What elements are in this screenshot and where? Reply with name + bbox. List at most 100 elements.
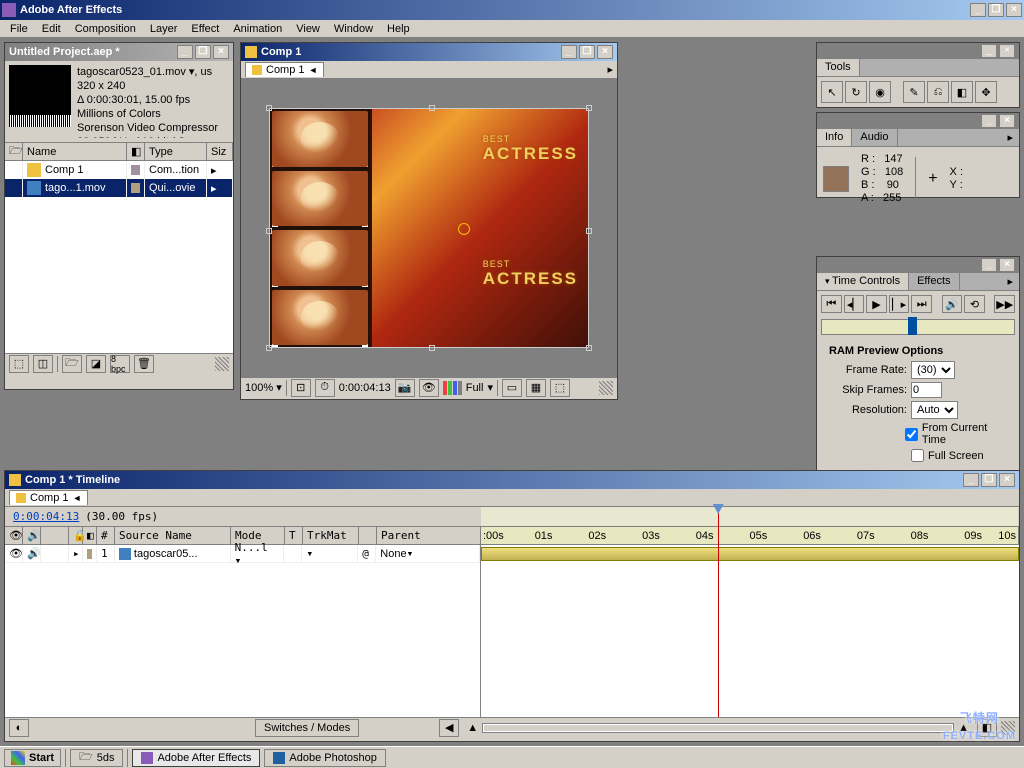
- delete-button[interactable]: 🗑: [134, 355, 154, 373]
- panel-minimize-button[interactable]: _: [981, 258, 997, 272]
- ram-preview-button[interactable]: ▶▶: [994, 295, 1015, 313]
- comp-panel-title[interactable]: Comp 1 _ ❐ ×: [241, 43, 617, 61]
- project-item-comp[interactable]: Comp 1 Com...tion ▸: [5, 161, 233, 179]
- more-tools[interactable]: ✥: [975, 81, 997, 103]
- panel-wingmenu-icon[interactable]: ▸: [1001, 129, 1019, 146]
- rotate-tool[interactable]: ↻: [845, 81, 867, 103]
- panel-minimize-button[interactable]: _: [963, 473, 979, 487]
- menu-edit[interactable]: Edit: [36, 22, 67, 36]
- layer-speaker[interactable]: 🔊: [23, 545, 41, 562]
- selection-handle[interactable]: [266, 345, 272, 351]
- orbit-tool[interactable]: ◉: [869, 81, 891, 103]
- menu-help[interactable]: Help: [381, 22, 416, 36]
- info-tab[interactable]: Info: [817, 129, 852, 146]
- time-marker[interactable]: [908, 317, 917, 335]
- playhead[interactable]: [718, 508, 719, 717]
- tl-trkmat-col[interactable]: TrkMat: [303, 527, 359, 544]
- layer-bar[interactable]: [481, 547, 1019, 561]
- resolution-dropdown[interactable]: Full: [466, 382, 484, 394]
- flowchart-button[interactable]: ◫: [33, 355, 53, 373]
- comp-tab-active[interactable]: Comp 1 ◄: [245, 62, 324, 77]
- col-name[interactable]: Name: [23, 143, 127, 160]
- resolution-select[interactable]: Auto: [911, 401, 958, 419]
- zoom-out-icon[interactable]: ▲: [467, 722, 478, 734]
- taskbar-folder[interactable]: 🗁5ds: [70, 749, 123, 767]
- panel-close-button[interactable]: ×: [999, 114, 1015, 128]
- switches-modes-button[interactable]: Switches / Modes: [255, 719, 359, 737]
- tl-lock-col[interactable]: 🔒: [69, 527, 83, 544]
- skipframes-input[interactable]: [911, 382, 942, 398]
- tl-expand-button[interactable]: ◐: [9, 719, 29, 737]
- 3d-view-button[interactable]: ⬚: [550, 379, 570, 397]
- resize-grip[interactable]: [215, 357, 229, 371]
- transparency-grid-button[interactable]: ▦: [526, 379, 546, 397]
- selection-tool[interactable]: ↖: [821, 81, 843, 103]
- menu-layer[interactable]: Layer: [144, 22, 184, 36]
- effects-tab[interactable]: Effects: [909, 273, 959, 290]
- menu-window[interactable]: Window: [328, 22, 379, 36]
- panel-maximize-button[interactable]: ❐: [579, 45, 595, 59]
- next-frame-button[interactable]: ▏▸: [889, 295, 910, 313]
- snapshot-button[interactable]: 📷: [395, 379, 415, 397]
- col-find-icon[interactable]: 🗁: [5, 143, 23, 160]
- timeline-layer-row[interactable]: 👁 🔊 ▸ 1 tagoscar05... N...l ▾ ▾ @ None ▾: [5, 545, 480, 563]
- project-item-list[interactable]: Comp 1 Com...tion ▸ tago...1.mov Qui...o…: [5, 161, 233, 353]
- taskbar-app-ps[interactable]: Adobe Photoshop: [264, 749, 385, 767]
- time-button[interactable]: ⏱: [315, 379, 335, 397]
- zoom-slider[interactable]: [482, 723, 954, 733]
- timeline-track-area[interactable]: [481, 545, 1019, 717]
- minimize-button[interactable]: _: [970, 3, 986, 17]
- panel-close-button[interactable]: ×: [999, 258, 1015, 272]
- eraser-tool[interactable]: ◧: [951, 81, 973, 103]
- timeline-layers-area[interactable]: 👁 🔊 ▸ 1 tagoscar05... N...l ▾ ▾ @ None ▾: [5, 545, 481, 717]
- zoom-dropdown[interactable]: 100% ▾: [245, 381, 282, 394]
- layer-eye[interactable]: 👁: [5, 545, 23, 562]
- anchor-point-icon[interactable]: [458, 223, 470, 235]
- menu-composition[interactable]: Composition: [69, 22, 142, 36]
- menu-view[interactable]: View: [290, 22, 326, 36]
- interpret-button[interactable]: ⬚: [9, 355, 29, 373]
- comp-wingmenu-icon[interactable]: ▸: [607, 63, 613, 76]
- brush-tool[interactable]: ✎: [903, 81, 925, 103]
- time-bar[interactable]: [821, 319, 1015, 335]
- panel-close-button[interactable]: ×: [999, 44, 1015, 58]
- bpc-button[interactable]: 8 bpc: [110, 355, 130, 373]
- panel-maximize-button[interactable]: ❐: [981, 473, 997, 487]
- selection-handle[interactable]: [586, 228, 592, 234]
- tl-in-button[interactable]: ◀: [439, 719, 459, 737]
- layer-trkmat[interactable]: ▾: [302, 545, 358, 562]
- parent-pickwhip[interactable]: @: [358, 545, 376, 562]
- comp-timecode[interactable]: 0:00:04:13: [339, 382, 391, 394]
- new-comp-button[interactable]: ◪: [86, 355, 106, 373]
- comp-viewer[interactable]: BESTACTRESS BESTACTRESS: [241, 79, 617, 377]
- play-button[interactable]: ▶: [866, 295, 887, 313]
- project-panel-title[interactable]: Untitled Project.aep * _ ❐ ×: [5, 43, 233, 61]
- panel-close-button[interactable]: ×: [999, 473, 1015, 487]
- selection-handle[interactable]: [586, 345, 592, 351]
- comp-canvas[interactable]: BESTACTRESS BESTACTRESS: [269, 108, 589, 348]
- tl-source-col[interactable]: Source Name: [115, 527, 231, 544]
- tl-label-col[interactable]: ◧: [83, 527, 97, 544]
- panel-minimize-button[interactable]: _: [981, 114, 997, 128]
- tl-parent-col[interactable]: Parent: [377, 527, 481, 544]
- last-frame-button[interactable]: ⏭: [911, 295, 932, 313]
- panel-minimize-button[interactable]: _: [561, 45, 577, 59]
- tl-num-col[interactable]: #: [97, 527, 115, 544]
- panel-maximize-button[interactable]: ❐: [195, 45, 211, 59]
- show-snapshot-button[interactable]: 👁: [419, 379, 439, 397]
- panel-minimize-button[interactable]: _: [177, 45, 193, 59]
- fullscreen-checkbox[interactable]: [911, 449, 924, 462]
- resize-grip[interactable]: [599, 381, 613, 395]
- maximize-button[interactable]: ❐: [988, 3, 1004, 17]
- timeline-tab-active[interactable]: Comp 1 ◄: [9, 490, 88, 505]
- tools-panel-title[interactable]: _×: [817, 43, 1019, 59]
- panel-close-button[interactable]: ×: [597, 45, 613, 59]
- panel-close-button[interactable]: ×: [213, 45, 229, 59]
- new-folder-button[interactable]: 🗁: [62, 355, 82, 373]
- selection-handle[interactable]: [266, 105, 272, 111]
- tools-tab[interactable]: Tools: [817, 59, 860, 76]
- loop-button[interactable]: ⟲: [964, 295, 985, 313]
- project-item-footage[interactable]: tago...1.mov Qui...ovie ▸: [5, 179, 233, 197]
- audio-button[interactable]: 🔊: [942, 295, 963, 313]
- channel-buttons[interactable]: [443, 381, 462, 395]
